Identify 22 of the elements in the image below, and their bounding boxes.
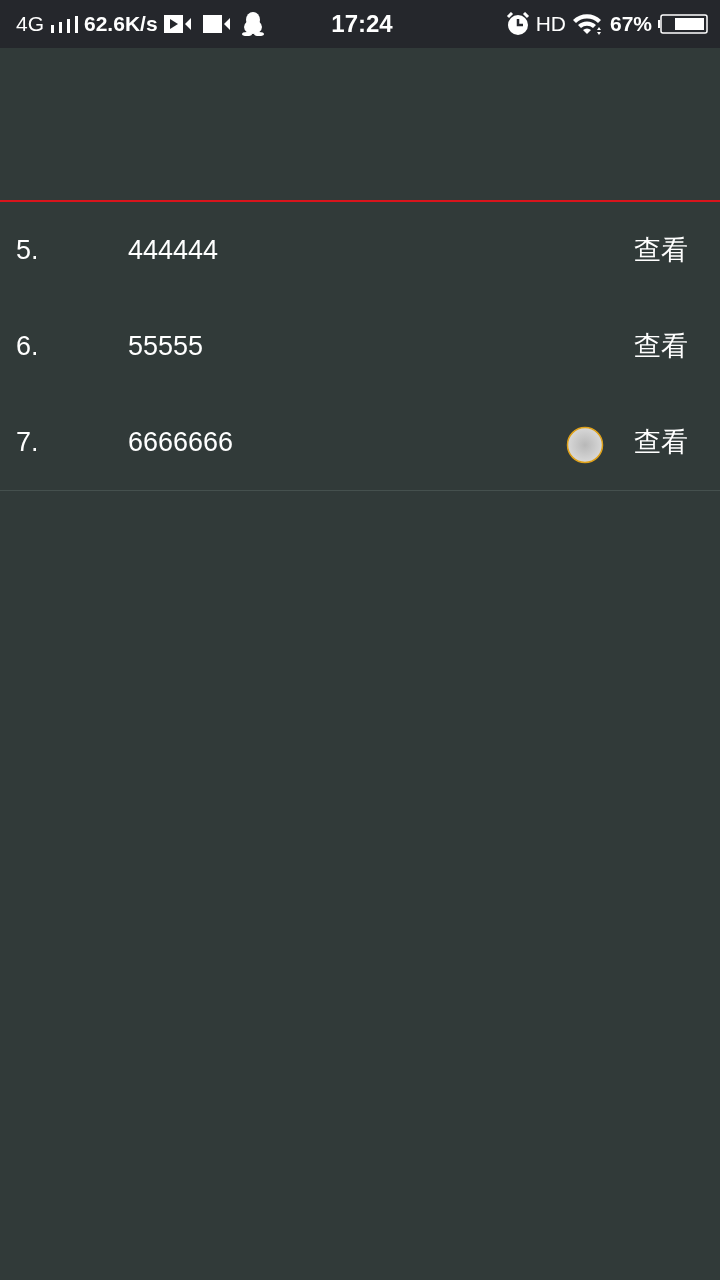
penguin-icon xyxy=(241,12,264,36)
hd-label: HD xyxy=(535,12,566,36)
row-value: 444444 xyxy=(128,234,219,266)
row-value: 55555 xyxy=(128,330,204,362)
signal-icon xyxy=(50,15,78,33)
touch-indicator-icon xyxy=(566,426,604,464)
battery-percent: 67% xyxy=(610,12,652,36)
row-value: 6666666 xyxy=(128,426,234,458)
video-play-icon xyxy=(163,15,191,33)
alarm-clock-icon xyxy=(505,12,530,36)
view-link[interactable]: 查看 xyxy=(634,328,688,364)
wifi-icon xyxy=(572,12,604,36)
row-number: 6. xyxy=(16,330,40,362)
network-speed: 62.6K/s xyxy=(84,12,158,36)
video-camera-icon xyxy=(202,15,230,33)
clock-time: 17:24 xyxy=(331,10,393,38)
view-link[interactable]: 查看 xyxy=(634,232,688,268)
row-number: 7. xyxy=(16,426,40,458)
view-link[interactable]: 查看 xyxy=(634,424,688,460)
battery-icon xyxy=(658,14,708,34)
network-type: 4G xyxy=(16,12,44,36)
row-number: 5. xyxy=(16,234,40,266)
